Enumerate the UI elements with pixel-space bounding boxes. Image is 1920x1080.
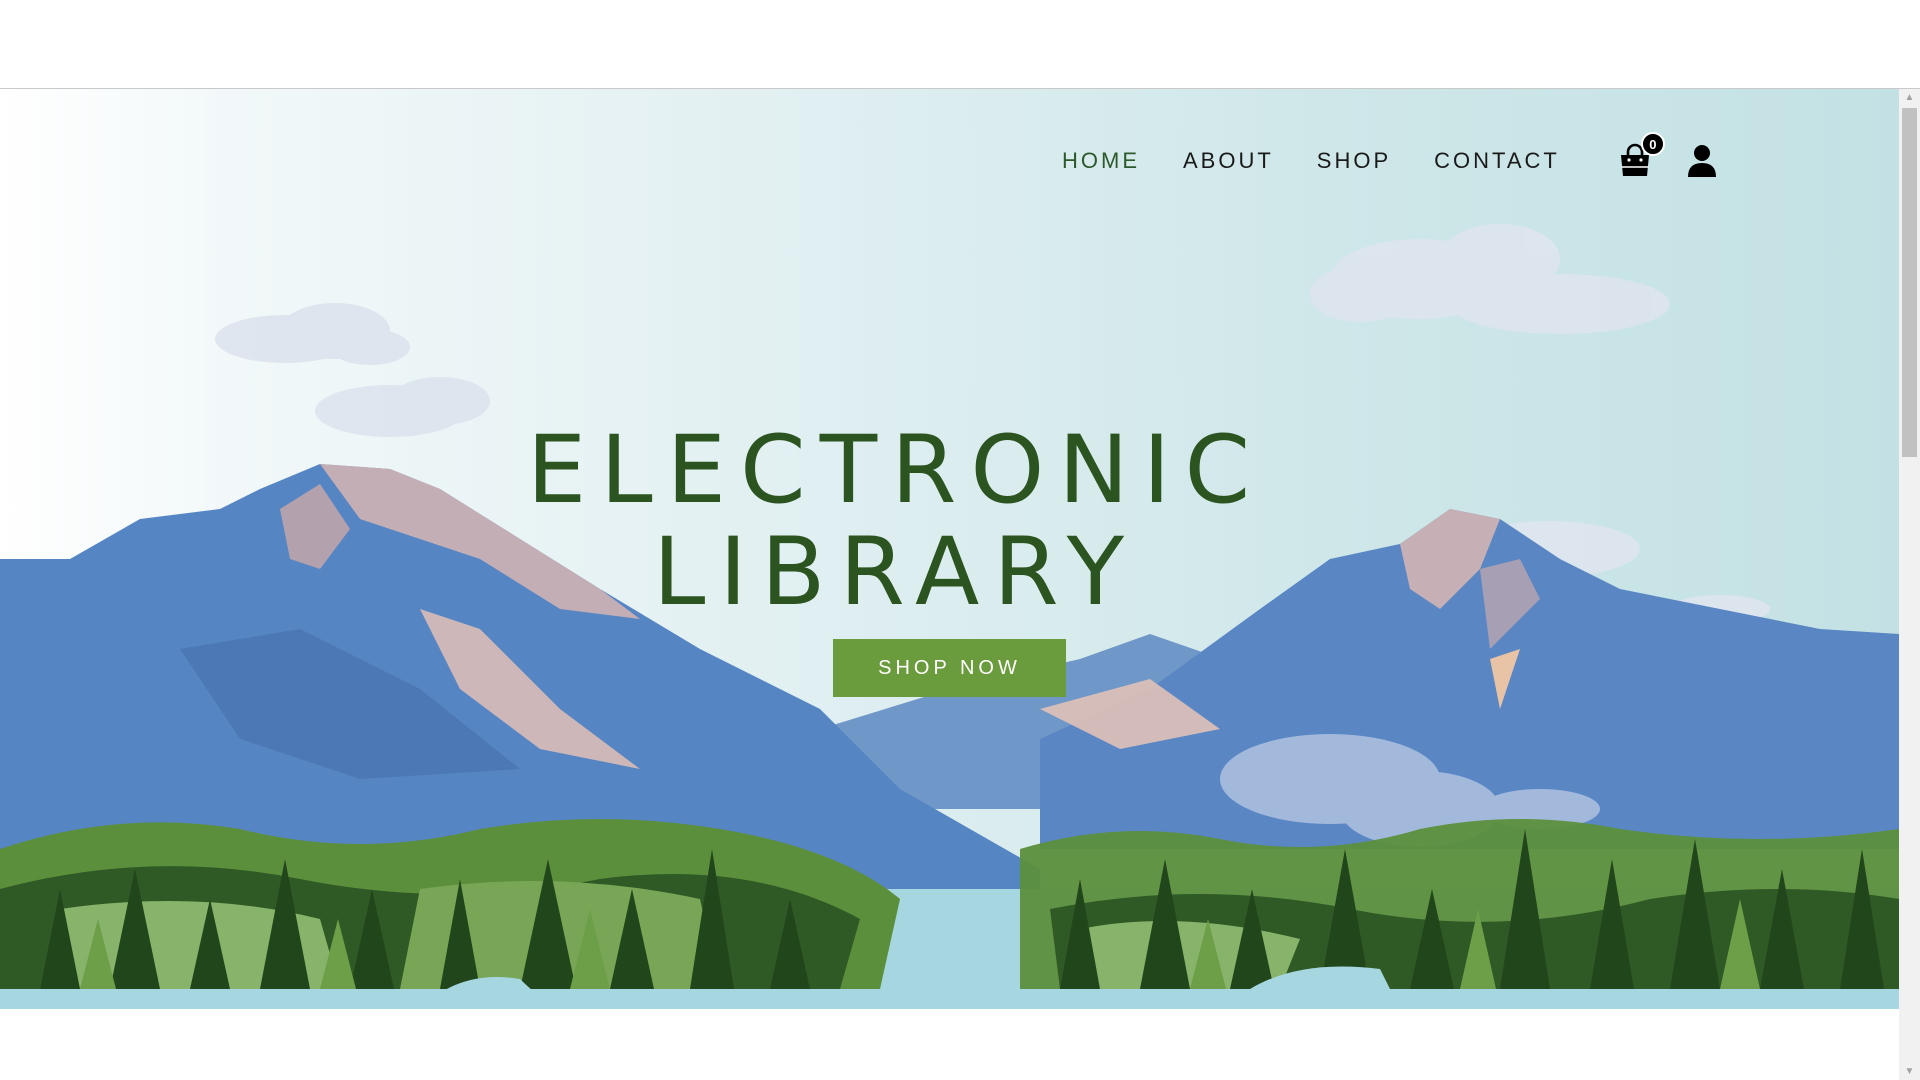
shop-now-button[interactable]: SHOP NOW (833, 639, 1066, 697)
browser-top-strip (0, 0, 1920, 89)
cart-button[interactable]: 0 (1617, 132, 1665, 179)
nav-icons: 0 (1617, 132, 1719, 179)
nav-link-shop[interactable]: SHOP (1317, 148, 1391, 174)
scroll-up-arrow[interactable]: ▲ (1899, 89, 1920, 106)
mountain-landscape-illustration (0, 224, 1899, 1009)
nav-link-about[interactable]: ABOUT (1183, 148, 1274, 174)
scroll-down-arrow[interactable]: ▼ (1899, 1063, 1920, 1080)
main-navigation: HOME ABOUT SHOP CONTACT 0 (1062, 132, 1719, 181)
hero-section: HOME ABOUT SHOP CONTACT 0 ELECTRONIC LIB… (0, 89, 1899, 1009)
nav-link-contact[interactable]: CONTACT (1434, 148, 1560, 174)
account-button[interactable] (1685, 143, 1719, 179)
scrollbar-thumb[interactable] (1902, 108, 1917, 457)
cart-count-badge: 0 (1640, 132, 1665, 156)
vertical-scrollbar[interactable]: ▲ ▼ (1899, 89, 1920, 1080)
page-viewport: HOME ABOUT SHOP CONTACT 0 ELECTRONIC LIB… (0, 89, 1899, 1080)
nav-link-home[interactable]: HOME (1062, 148, 1140, 174)
user-icon (1687, 145, 1716, 177)
